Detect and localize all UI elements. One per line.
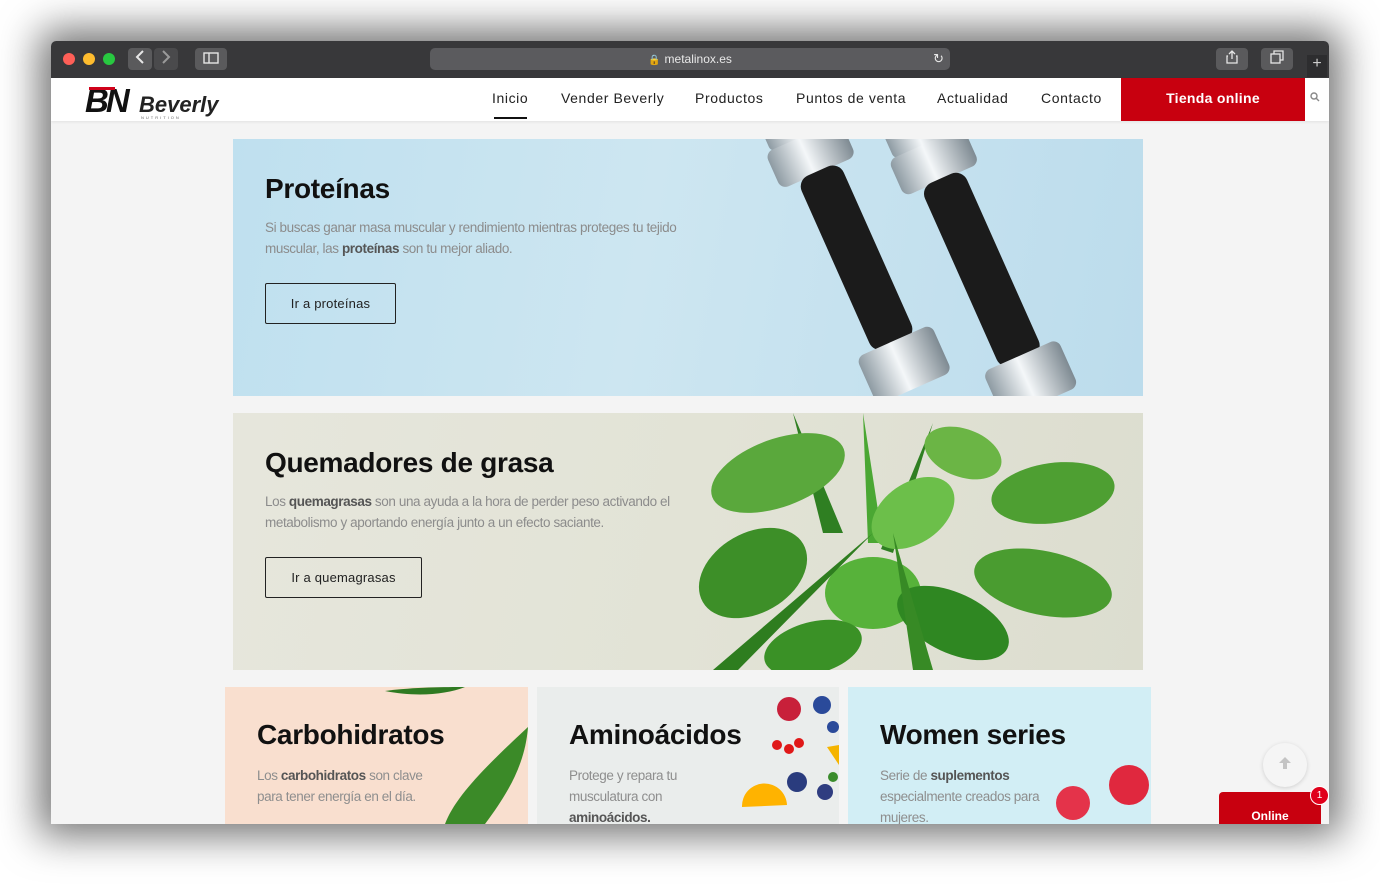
logo-subtitle: NUTRITION: [141, 115, 181, 120]
card-text: Los carbohidratos son clave para tener e…: [257, 768, 423, 804]
card-title: Women series: [880, 719, 1066, 750]
card-carbohidratos[interactable]: Carbohidratos Los carbohidratos son clav…: [225, 687, 528, 824]
maximize-window-button[interactable]: [103, 53, 115, 65]
banner-text: Si buscas ganar masa muscular y rendimie…: [265, 220, 677, 256]
address-bar[interactable]: 🔒 metalinox.es ↻: [430, 48, 950, 70]
close-window-button[interactable]: [63, 53, 75, 65]
card-text: Protege y repara tu musculatura con amin…: [569, 768, 677, 824]
card-women-series[interactable]: Women series Serie de suplementos especi…: [848, 687, 1151, 824]
back-button[interactable]: [128, 48, 152, 70]
card-text: Serie de suplementos especialmente cread…: [880, 768, 1040, 824]
tabs-overview-button[interactable]: [1261, 48, 1293, 70]
browser-toolbar: 🔒 metalinox.es ↻ +: [51, 41, 1329, 79]
card-title: Carbohidratos: [257, 719, 445, 750]
lock-icon: 🔒: [648, 55, 661, 66]
share-button[interactable]: [1216, 48, 1248, 70]
logo-mark: BN: [85, 82, 130, 119]
browser-window: 🔒 metalinox.es ↻ + BN Beverly NUTRITION I…: [51, 41, 1329, 824]
sidebar-icon: [203, 52, 219, 64]
brand-logo[interactable]: BN Beverly NUTRITION: [85, 82, 225, 120]
tabs-icon: [1270, 50, 1284, 64]
scroll-to-top-button[interactable]: [1263, 743, 1307, 787]
site-header: BN Beverly NUTRITION Inicio Vender Bever…: [51, 78, 1329, 121]
reload-icon[interactable]: ↻: [933, 48, 944, 70]
banner-text: Los quemagrasas son una ayuda a la hora …: [265, 494, 670, 530]
chevron-left-icon: [135, 50, 144, 64]
banner-title: Quemadores de grasa: [265, 447, 554, 478]
banner-proteinas: Proteínas Si buscas ganar masa muscular …: [233, 139, 1143, 396]
share-icon: [1226, 50, 1238, 64]
nav-active-indicator: [494, 117, 527, 119]
shop-online-button[interactable]: Tienda online: [1121, 78, 1305, 121]
arrow-up-icon: [1279, 757, 1291, 769]
banner-quemadores: Quemadores de grasa Los quemagrasas son …: [233, 413, 1143, 670]
nav-item-puntos-de-venta[interactable]: Puntos de venta: [796, 90, 906, 106]
nav-item-inicio[interactable]: Inicio: [492, 90, 528, 106]
chat-online-button[interactable]: Online: [1219, 792, 1321, 824]
forward-button[interactable]: [154, 48, 178, 70]
new-tab-button[interactable]: +: [1307, 55, 1327, 77]
nav-item-productos[interactable]: Productos: [695, 90, 763, 106]
minimize-window-button[interactable]: [83, 53, 95, 65]
nav-item-actualidad[interactable]: Actualidad: [937, 90, 1008, 106]
url-text: metalinox.es: [664, 52, 732, 66]
sidebar-toggle-button[interactable]: [195, 48, 227, 70]
nav-item-vender-beverly[interactable]: Vender Beverly: [561, 90, 664, 106]
chevron-right-icon: [162, 50, 171, 64]
card-aminoacidos[interactable]: Aminoácidos Protege y repara tu musculat…: [537, 687, 839, 824]
nav-item-contacto[interactable]: Contacto: [1041, 90, 1102, 106]
search-icon[interactable]: [1310, 92, 1320, 105]
chat-notification-badge: 1: [1310, 786, 1329, 805]
banner-title: Proteínas: [265, 173, 390, 204]
card-title: Aminoácidos: [569, 719, 742, 750]
go-to-proteins-button[interactable]: Ir a proteínas: [265, 283, 396, 324]
go-to-fat-burners-button[interactable]: Ir a quemagrasas: [265, 557, 422, 598]
